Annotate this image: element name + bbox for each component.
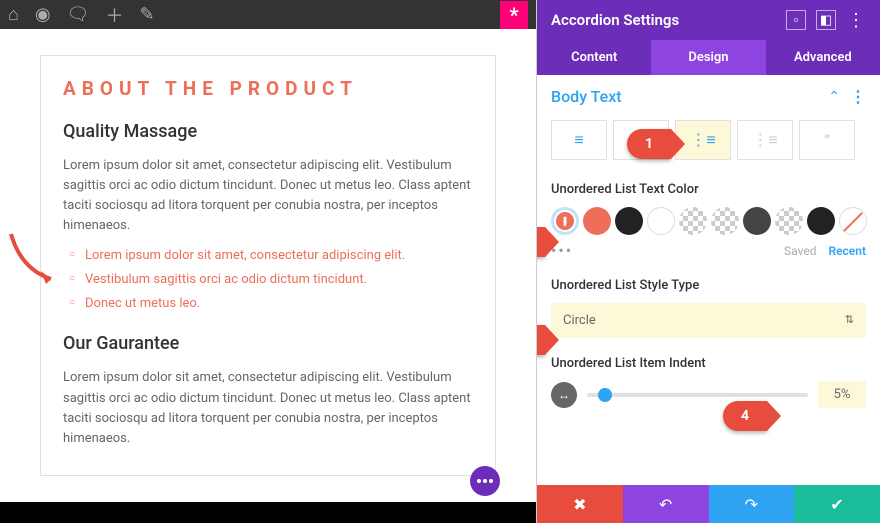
pencil-icon[interactable]: ✎ [139, 4, 154, 25]
swatch[interactable] [743, 207, 771, 235]
focus-icon[interactable]: ▫ [786, 10, 806, 30]
tab-advanced[interactable]: Advanced [766, 40, 880, 75]
undo-button[interactable]: ↶ [623, 485, 709, 523]
annotation-marker-2: 2 [537, 227, 545, 257]
doc-list: Lorem ipsum dolor sit amet, consectetur … [69, 244, 473, 316]
canvas: ABOUT THE PRODUCT Quality Massage Lorem … [0, 29, 536, 502]
opt-align-left[interactable]: ≡ [551, 120, 607, 160]
cancel-button[interactable]: ✖ [537, 485, 623, 523]
settings-panel: Body Text ⌃ ⋮ 1 ≡ ⋮≡ ⋮≡ ” Unordered List… [537, 75, 880, 485]
swatch[interactable] [711, 207, 739, 235]
top-toolbar: ⌂ ◉ 🗨 ＋ ✎ * [0, 0, 536, 29]
document-module[interactable]: ABOUT THE PRODUCT Quality Massage Lorem … [40, 55, 496, 476]
opt-quote[interactable]: ” [799, 120, 855, 160]
saved-colors-link[interactable]: Saved [784, 244, 816, 258]
annotation-marker-1: 1 [627, 129, 671, 159]
doc-paragraph-1: Lorem ipsum dolor sit amet, consectetur … [63, 156, 473, 237]
panel-title: Accordion Settings [551, 11, 776, 29]
confirm-button[interactable]: ✔ [794, 485, 880, 523]
drag-handle-icon[interactable]: ↔ [551, 382, 577, 408]
swatch-none[interactable] [839, 207, 867, 235]
doc-subheading-2: Our Gaurantee [63, 330, 473, 358]
expand-icon[interactable]: ◧ [816, 10, 836, 30]
tab-content[interactable]: Content [537, 40, 651, 75]
speedometer-icon[interactable]: ◉ [35, 4, 51, 25]
action-bar: ✖ ↶ ↷ ✔ [537, 485, 880, 523]
label-indent: Unordered List Item Indent [551, 356, 866, 371]
home-icon[interactable]: ⌂ [8, 4, 19, 25]
annotation-marker-4: 4 [723, 401, 767, 431]
star-button[interactable]: * [500, 1, 528, 29]
doc-heading: ABOUT THE PRODUCT [63, 74, 473, 103]
plus-icon[interactable]: ＋ [105, 2, 123, 28]
section-kebab-icon[interactable]: ⋮ [850, 87, 866, 106]
style-type-select[interactable]: Circle [551, 303, 866, 338]
swatch[interactable] [583, 207, 611, 235]
slider-thumb[interactable] [598, 388, 612, 402]
recent-colors-link[interactable]: Recent [828, 244, 866, 258]
settings-header: Accordion Settings ▫ ◧ ⋮ Content Design … [537, 0, 880, 75]
list-item: Donec ut metus leo. [69, 292, 473, 316]
annotation-arrow-icon [6, 229, 66, 289]
label-style-type: Unordered List Style Type [551, 278, 866, 293]
doc-paragraph-2: Lorem ipsum dolor sit amet, consectetur … [63, 368, 473, 449]
doc-subheading-1: Quality Massage [63, 118, 473, 146]
swatch[interactable] [775, 207, 803, 235]
swatch[interactable] [807, 207, 835, 235]
tab-design[interactable]: Design [651, 40, 765, 75]
chevron-up-icon[interactable]: ⌃ [828, 89, 840, 105]
color-swatches [551, 207, 866, 235]
module-menu-button[interactable] [470, 466, 500, 496]
kebab-icon[interactable]: ⋮ [846, 10, 866, 30]
indent-value[interactable]: 5% [818, 381, 866, 408]
footer-bar [0, 502, 536, 523]
opt-ordered-list[interactable]: ⋮≡ [737, 120, 793, 160]
swatch[interactable] [679, 207, 707, 235]
comment-icon[interactable]: 🗨 [67, 4, 90, 25]
redo-button[interactable]: ↷ [709, 485, 795, 523]
swatch[interactable] [615, 207, 643, 235]
indent-slider[interactable] [587, 393, 808, 397]
section-title[interactable]: Body Text [551, 87, 828, 106]
list-item: Lorem ipsum dolor sit amet, consectetur … [69, 244, 473, 268]
annotation-marker-3: 3 [537, 325, 545, 355]
swatch[interactable] [647, 207, 675, 235]
text-type-options: ≡ ⋮≡ ⋮≡ ” [551, 120, 866, 160]
tabs: Content Design Advanced [537, 40, 880, 75]
label-text-color: Unordered List Text Color [551, 182, 866, 197]
list-item: Vestibulum sagittis orci ac odio dictum … [69, 268, 473, 292]
